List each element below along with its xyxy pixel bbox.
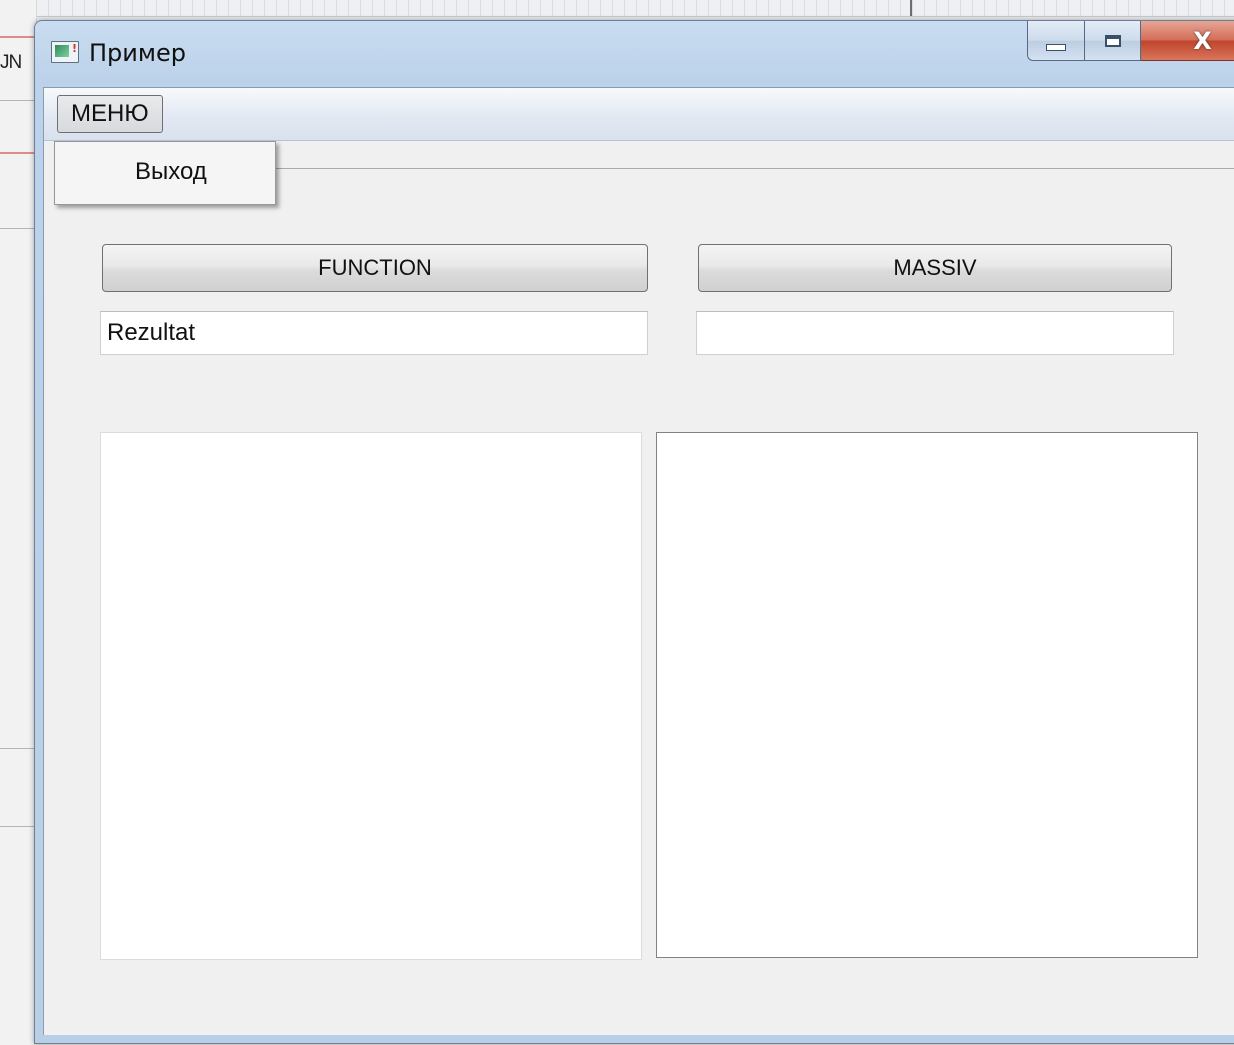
caption-buttons: X bbox=[1027, 21, 1234, 65]
screen: JN ! Пример X МЕНЮ FUNCTION MASSIV Rezul… bbox=[0, 0, 1234, 1045]
background-gray-line bbox=[0, 228, 36, 229]
group-box-border bbox=[274, 168, 1234, 169]
massiv-field[interactable] bbox=[696, 311, 1174, 355]
result-field[interactable]: Rezultat bbox=[100, 311, 648, 355]
minimize-icon bbox=[1046, 44, 1066, 51]
maximize-button[interactable] bbox=[1085, 21, 1141, 61]
background-red-line bbox=[0, 36, 36, 38]
menu-item-menu[interactable]: МЕНЮ bbox=[57, 95, 163, 133]
minimize-button[interactable] bbox=[1027, 21, 1085, 61]
function-button[interactable]: FUNCTION bbox=[102, 244, 648, 292]
background-divider bbox=[910, 0, 912, 16]
background-editor-strip: JN bbox=[0, 0, 37, 1045]
background-gray-line bbox=[0, 826, 36, 827]
menu-item-exit[interactable]: Выход bbox=[135, 158, 207, 186]
background-ruler bbox=[0, 0, 1234, 17]
app-window: ! Пример X МЕНЮ FUNCTION MASSIV Rezultat… bbox=[34, 20, 1234, 1044]
maximize-icon bbox=[1104, 34, 1121, 47]
background-gray-line bbox=[0, 100, 36, 101]
background-gray-line bbox=[0, 748, 36, 749]
background-side-text: JN bbox=[0, 52, 22, 73]
background-red-line bbox=[0, 152, 36, 154]
app-icon-mark: ! bbox=[71, 42, 77, 55]
close-icon: X bbox=[1193, 26, 1212, 55]
app-icon[interactable]: ! bbox=[51, 41, 79, 63]
left-text-area[interactable] bbox=[100, 432, 642, 960]
client-area: МЕНЮ FUNCTION MASSIV Rezultat Выход bbox=[43, 87, 1234, 1035]
right-text-area[interactable] bbox=[656, 432, 1198, 958]
window-title: Пример bbox=[89, 39, 186, 67]
menu-bar: МЕНЮ bbox=[44, 88, 1234, 141]
menu-dropdown: Выход bbox=[54, 141, 276, 205]
close-button[interactable]: X bbox=[1141, 21, 1234, 61]
app-icon-image bbox=[55, 45, 69, 57]
title-bar[interactable]: ! Пример X bbox=[35, 21, 1234, 87]
massiv-button[interactable]: MASSIV bbox=[698, 244, 1172, 292]
